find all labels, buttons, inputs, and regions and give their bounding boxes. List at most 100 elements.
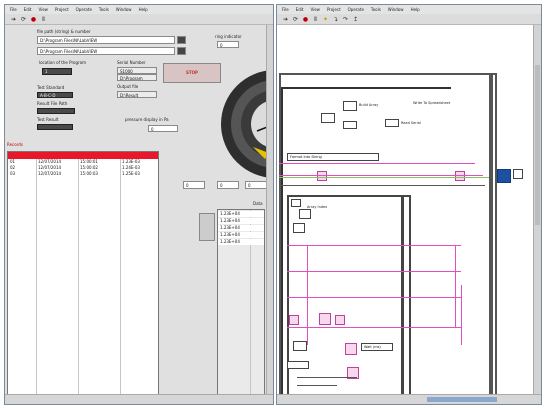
test-result-label: Test Result	[37, 117, 59, 122]
path-field-2[interactable]: D:\Program Files\NI\LabVIEW	[37, 47, 175, 55]
list-item: 1.23E+04	[218, 239, 264, 245]
bundle-node-2[interactable]	[319, 313, 331, 325]
menu-help[interactable]: Help	[411, 7, 420, 12]
step-over-icon[interactable]: ↷	[342, 16, 349, 23]
menu-tools[interactable]: Tools	[371, 7, 381, 12]
bundle-node-3[interactable]	[335, 315, 345, 325]
menu-view[interactable]: View	[310, 7, 320, 12]
list-item: 1.23E+04	[218, 232, 264, 238]
menu-window[interactable]: Window	[116, 7, 132, 12]
wire-3	[279, 177, 489, 178]
test-standard-label: Test Standard	[37, 85, 65, 90]
records-label: Records	[7, 142, 23, 147]
records-table[interactable]: 01 12/07/2014 15:00:01 1.23E-03 02 12/07…	[7, 151, 159, 404]
data-table[interactable]: 1.23E+04 1.23E+04 1.23E+04 1.23E+04 1.23…	[217, 209, 265, 399]
front-panel-hscroll[interactable]	[5, 394, 273, 404]
run-continuous-icon[interactable]: ⟳	[292, 16, 299, 23]
abort-icon[interactable]: ●	[302, 16, 309, 23]
menu-window[interactable]: Window	[388, 7, 404, 12]
pause-icon[interactable]: Ⅱ	[312, 16, 319, 23]
diagram-node-4[interactable]	[385, 119, 399, 127]
run-continuous-icon[interactable]: ⟳	[20, 16, 27, 23]
gauge-label: pressure display in Pa	[125, 117, 169, 122]
test-result-field[interactable]	[37, 124, 73, 130]
block-diagram-hscroll[interactable]	[277, 394, 541, 404]
step-into-icon[interactable]: ↴	[332, 16, 339, 23]
path-field-1[interactable]: D:\Program Files\NI\LabVIEW	[37, 36, 175, 44]
output-file-label: Output file	[117, 84, 139, 89]
block-diagram-toolbar: ➔ ⟳ ● Ⅱ ✦ ↴ ↷ ↥	[277, 14, 541, 25]
ring-indicator-label: ring indicator	[215, 34, 242, 39]
highlight-icon[interactable]: ✦	[322, 16, 329, 23]
step-out-icon[interactable]: ↥	[352, 16, 359, 23]
front-panel-window: File Edit View Project Operate Tools Win…	[4, 4, 274, 405]
node-label-build-array: Build Array	[359, 103, 379, 107]
lower-node-5[interactable]	[287, 361, 309, 369]
abort-icon[interactable]: ●	[30, 16, 37, 23]
vscroll-thumb[interactable]	[535, 65, 540, 225]
browse-button-2[interactable]	[177, 47, 186, 55]
menu-edit[interactable]: Edit	[296, 7, 304, 12]
menu-file[interactable]: File	[282, 7, 289, 12]
wire-4	[279, 185, 485, 186]
front-panel-vscroll[interactable]	[266, 25, 273, 394]
hscroll-thumb[interactable]	[427, 397, 497, 402]
run-arrow-icon[interactable]: ➔	[282, 16, 289, 23]
result-file-path-label: Result File Path	[37, 101, 68, 106]
output-file-value: D:\Result	[117, 91, 157, 98]
menu-file[interactable]: File	[10, 7, 17, 12]
frame-divider	[401, 195, 404, 403]
test-standard-field[interactable]: A-B-C-D	[37, 92, 73, 98]
serial-number-label: Serial Number	[117, 60, 146, 65]
small-field-1[interactable]: 0	[183, 181, 205, 189]
menu-project[interactable]: Project	[55, 7, 69, 12]
data-table-label: Data	[253, 201, 263, 206]
pressure-gauge	[221, 70, 273, 178]
lower-node-1[interactable]	[291, 199, 301, 207]
run-arrow-icon[interactable]: ➔	[10, 16, 17, 23]
list-item: 1.23E+04	[218, 225, 264, 231]
menu-edit[interactable]: Edit	[24, 7, 32, 12]
lower-node-2[interactable]	[299, 209, 311, 219]
array-index-node[interactable]	[317, 171, 327, 181]
list-item: 1.23E+04	[218, 218, 264, 224]
front-panel-toolbar: ➔ ⟳ ● Ⅱ	[5, 14, 273, 25]
block-diagram-vscroll[interactable]	[533, 25, 541, 394]
format-string-node[interactable]: Format Into String	[287, 153, 379, 161]
file-group-label: file path (string) & number	[37, 29, 91, 34]
terminal-node[interactable]	[513, 169, 523, 179]
location-value: 1	[42, 68, 72, 75]
lower-node-4[interactable]	[293, 341, 307, 351]
node-label-array-index: Array Index	[307, 205, 328, 209]
wire-10	[455, 245, 456, 327]
diagram-node-1[interactable]	[343, 101, 357, 111]
wire-1	[279, 163, 475, 164]
small-field-3[interactable]: 0	[245, 181, 267, 189]
lower-node-3[interactable]	[293, 223, 305, 233]
browse-button-1[interactable]	[177, 36, 186, 44]
bundle-node-4[interactable]	[345, 343, 357, 355]
bundle-node-1[interactable]	[289, 315, 299, 325]
small-field-2[interactable]: 0	[217, 181, 239, 189]
result-file-path-field[interactable]	[37, 108, 75, 114]
front-panel-canvas: file path (string) & number D:\Program F…	[5, 25, 273, 404]
menu-tools[interactable]: Tools	[99, 7, 109, 12]
menu-project[interactable]: Project	[327, 7, 341, 12]
serial-number-value: S1000	[117, 67, 157, 74]
write-to-spreadsheet-icon[interactable]	[497, 169, 511, 183]
diagram-node-2[interactable]	[321, 113, 335, 123]
gauge-value: 0	[148, 125, 178, 132]
wait-node[interactable]: Wait (ms)	[361, 343, 393, 351]
table-row[interactable]: 03 12/07/2014 15:00:03 1.25E-03	[8, 171, 158, 177]
menu-operate[interactable]: Operate	[76, 7, 92, 12]
menu-view[interactable]: View	[38, 7, 48, 12]
menu-operate[interactable]: Operate	[348, 7, 364, 12]
diagram-node-3[interactable]	[343, 121, 357, 129]
program-path-value: D:\Program	[117, 74, 157, 81]
menu-help[interactable]: Help	[139, 7, 148, 12]
array-index-node-2[interactable]	[455, 171, 465, 181]
wire-7	[287, 297, 461, 298]
wire-5	[287, 245, 461, 246]
pause-icon[interactable]: Ⅱ	[40, 16, 47, 23]
wire-12	[297, 377, 357, 378]
